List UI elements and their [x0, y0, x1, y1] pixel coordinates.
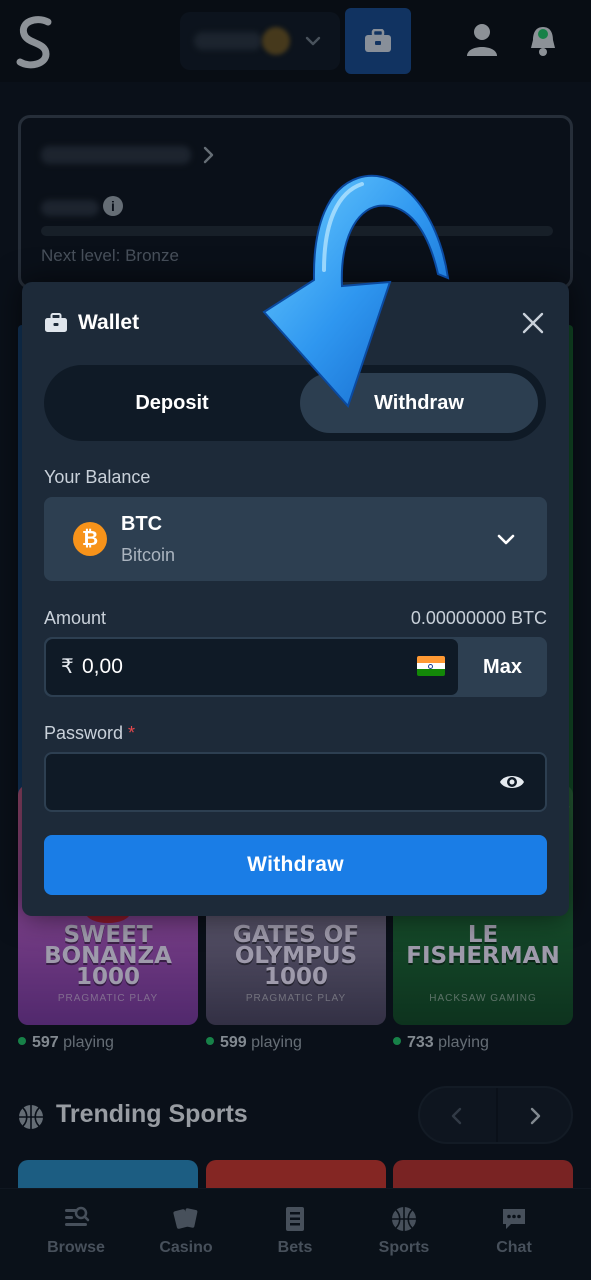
- currency-name: Bitcoin: [121, 545, 176, 565]
- amount-available: 0.00000000 BTC: [410, 608, 547, 628]
- chevron-down-icon: [497, 534, 515, 545]
- eye-icon[interactable]: [498, 770, 526, 794]
- balance-label: Your Balance: [44, 467, 151, 487]
- password-input[interactable]: [60, 764, 480, 800]
- pointer-arrow-icon: [262, 174, 450, 408]
- modal-title: Wallet: [78, 311, 140, 334]
- bitcoin-icon: ₿: [73, 522, 107, 556]
- india-flag-icon: [417, 656, 445, 676]
- briefcase-icon: [45, 313, 67, 332]
- required-mark: *: [128, 723, 136, 743]
- close-icon[interactable]: [520, 310, 546, 336]
- password-label-text: Password: [44, 723, 124, 743]
- currency-code: BTC: [121, 513, 163, 535]
- modal-header: Wallet: [44, 310, 139, 336]
- password-label: Password *: [44, 723, 135, 744]
- amount-input-group: ₹ Max: [44, 637, 547, 697]
- amount-label: Amount: [44, 608, 107, 628]
- tab-deposit[interactable]: Deposit: [52, 373, 292, 433]
- withdraw-submit-button[interactable]: Withdraw: [44, 835, 547, 895]
- amount-field: ₹: [46, 639, 458, 695]
- page: i Next level: Bronze SWEET BONANZA 1000 …: [0, 0, 591, 1280]
- password-field: [44, 752, 547, 812]
- currency-select[interactable]: ₿ BTC Bitcoin: [44, 497, 547, 581]
- max-button[interactable]: Max: [458, 637, 547, 697]
- amount-input[interactable]: [82, 649, 382, 685]
- rupee-icon: ₹: [61, 656, 74, 678]
